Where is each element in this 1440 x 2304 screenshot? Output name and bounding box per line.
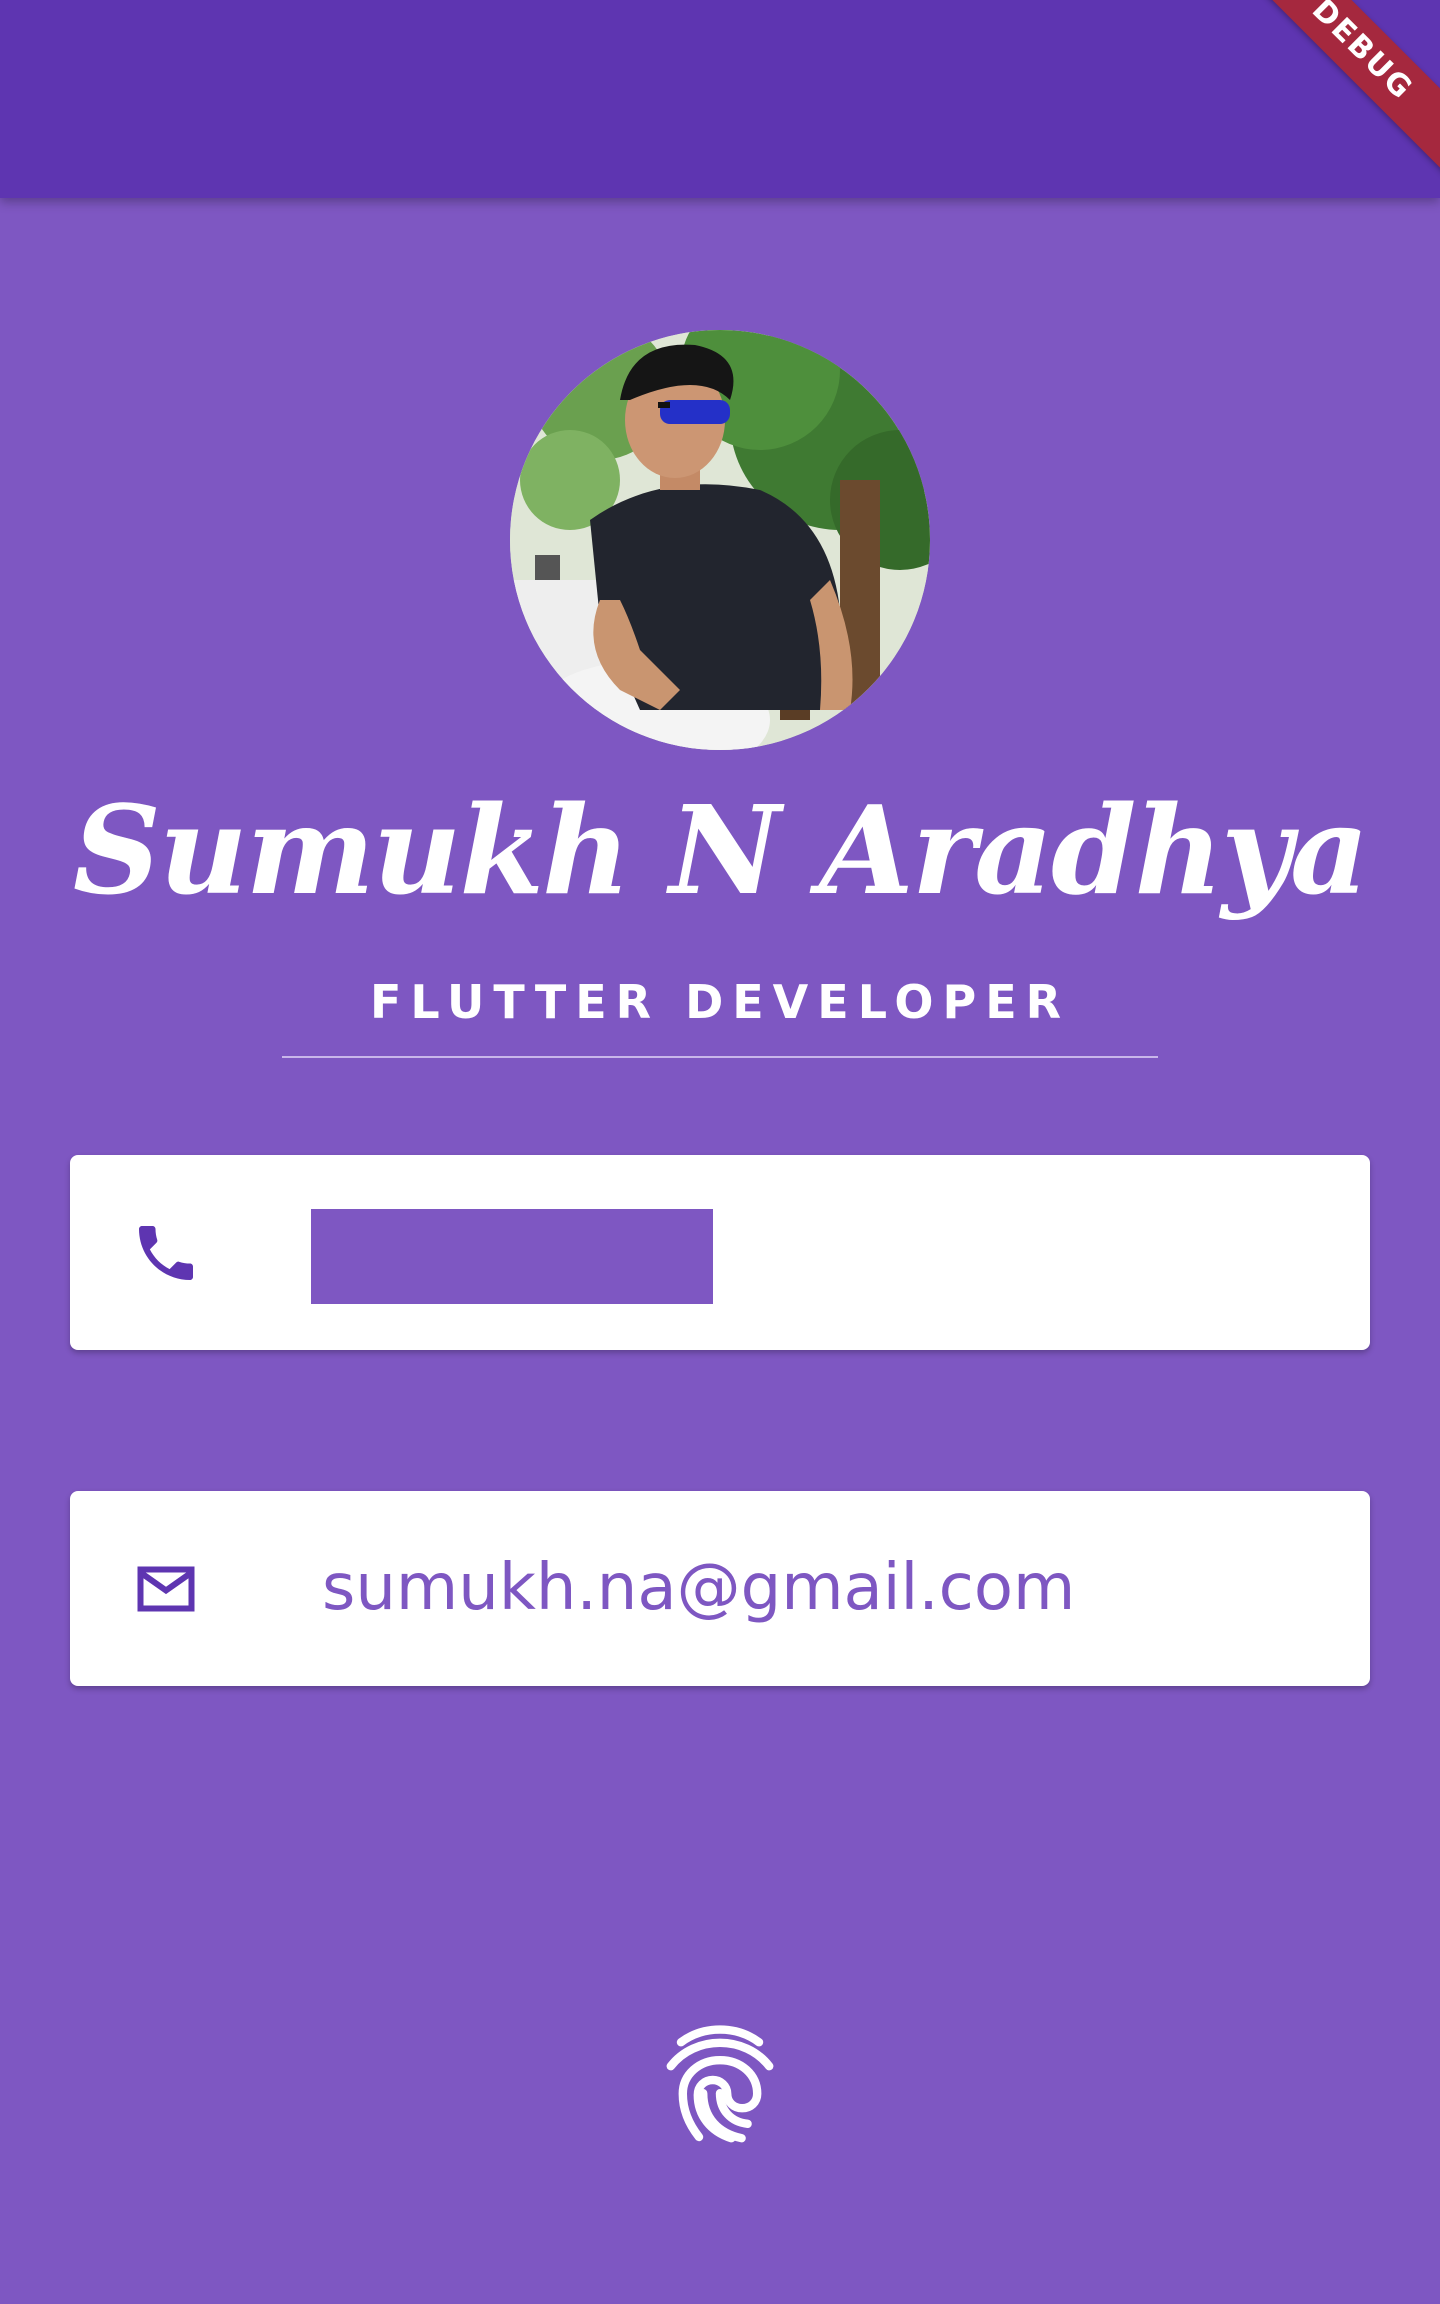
avatar-photo [510, 330, 930, 750]
profile-name: Sumukh N Aradhya [72, 778, 1369, 922]
divider [282, 1056, 1158, 1058]
mail-icon [137, 1566, 195, 1612]
phone-icon [139, 1226, 193, 1280]
email-address: sumukh.na@gmail.com [322, 1551, 1076, 1625]
avatar [510, 330, 930, 750]
phone-card[interactable] [70, 1155, 1370, 1350]
profile-role: FLUTTER DEVELOPER [369, 975, 1071, 1029]
email-card[interactable]: sumukh.na@gmail.com [70, 1491, 1370, 1686]
phone-redaction [311, 1209, 713, 1304]
fingerprint-icon[interactable] [648, 2008, 792, 2158]
app-bar [0, 0, 1440, 198]
debug-banner-label: DEBUG [1240, 0, 1440, 191]
debug-banner: DEBUG [1240, 0, 1440, 200]
